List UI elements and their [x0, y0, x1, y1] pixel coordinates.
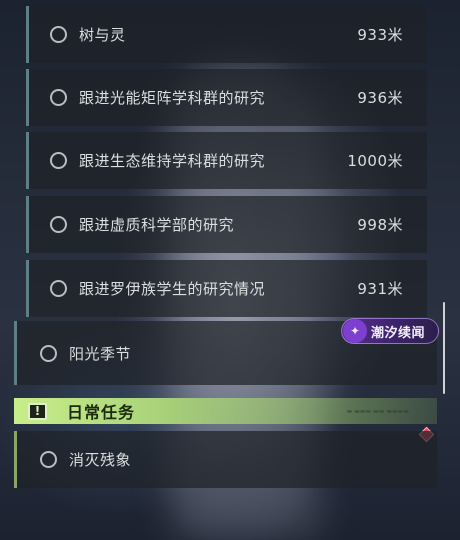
- quest-status-circle-icon: [50, 152, 67, 169]
- quest-name: 树与灵: [79, 26, 126, 44]
- quest-name: 跟进光能矩阵学科群的研究: [79, 89, 266, 107]
- quest-distance: 933米: [357, 26, 403, 44]
- daily-tasks-title: 日常任务: [67, 403, 136, 422]
- quest-name: 消灭残象: [69, 451, 132, 469]
- quest-distance: 936米: [357, 89, 403, 107]
- quest-item-eco-maintenance[interactable]: 跟进生态维持学科群的研究 1000米: [26, 132, 427, 189]
- daily-tasks-header[interactable]: ! 日常任务 ▬ ▬▬▬ ▬▬ ▬▬▬▬: [14, 398, 437, 424]
- quest-distance: 1000米: [347, 152, 403, 170]
- quest-item-roy-students[interactable]: 跟进罗伊族学生的研究情况 931米: [26, 260, 427, 317]
- quest-name: 跟进罗伊族学生的研究情况: [79, 280, 266, 298]
- quest-item-tree-spirit[interactable]: 树与灵 933米: [26, 6, 427, 63]
- alert-icon: !: [28, 402, 47, 420]
- watermark-text: 潮汐续闻: [371, 325, 426, 341]
- quest-status-circle-icon: [50, 216, 67, 233]
- quest-item-light-matrix[interactable]: 跟进光能矩阵学科群的研究 936米: [26, 69, 427, 126]
- quest-status-circle-icon: [50, 26, 67, 43]
- quest-distance: 931米: [357, 280, 403, 298]
- quest-status-circle-icon: [40, 344, 57, 362]
- quest-name: 跟进生态维持学科群的研究: [79, 152, 266, 170]
- quest-name: 阳光季节: [69, 344, 132, 363]
- quest-status-circle-icon: [50, 280, 67, 297]
- watermark-badge: ✦ 潮汐续闻: [341, 318, 439, 344]
- daily-item-eliminate-echoes[interactable]: 消灭残象: [14, 431, 437, 488]
- quest-list-scrollbar[interactable]: [443, 302, 445, 394]
- quest-status-circle-icon: [50, 89, 67, 106]
- watermark-logo-icon: ✦: [343, 319, 367, 343]
- quest-distance: 998米: [357, 216, 403, 234]
- header-decoration: ▬ ▬▬▬ ▬▬ ▬▬▬▬: [346, 407, 409, 415]
- quest-status-circle-icon: [40, 451, 57, 468]
- quest-item-void-science[interactable]: 跟进虚质科学部的研究 998米: [26, 196, 427, 253]
- quest-name: 跟进虚质科学部的研究: [79, 216, 235, 234]
